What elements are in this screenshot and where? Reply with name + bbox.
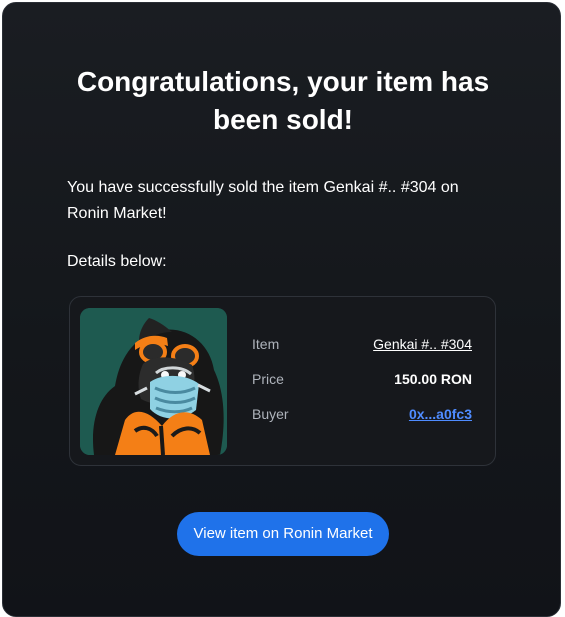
view-item-button[interactable]: View item on Ronin Market [177, 512, 389, 556]
price-label: Price [252, 371, 284, 387]
buyer-label: Buyer [252, 406, 289, 422]
price-row: Price 150.00 RON [252, 362, 472, 397]
details-heading: Details below: [67, 253, 167, 270]
nft-image [80, 308, 227, 455]
details-grid: Item Genkai #.. #304 Price 150.00 RON Bu… [252, 327, 472, 432]
notification-card: Congratulations, your item has been sold… [2, 2, 561, 617]
item-row: Item Genkai #.. #304 [252, 327, 472, 362]
gorilla-artwork-icon [80, 308, 227, 455]
item-link[interactable]: Genkai #.. #304 [373, 327, 472, 362]
item-label: Item [252, 336, 280, 352]
buyer-address-link[interactable]: 0x...a0fc3 [409, 397, 472, 432]
page-title: Congratulations, your item has been sold… [76, 66, 490, 135]
sale-details-panel: Item Genkai #.. #304 Price 150.00 RON Bu… [69, 296, 496, 466]
buyer-row: Buyer 0x...a0fc3 [252, 397, 472, 432]
sale-message: You have successfully sold the item Genk… [67, 179, 459, 222]
price-value: 150.00 RON [394, 371, 472, 387]
